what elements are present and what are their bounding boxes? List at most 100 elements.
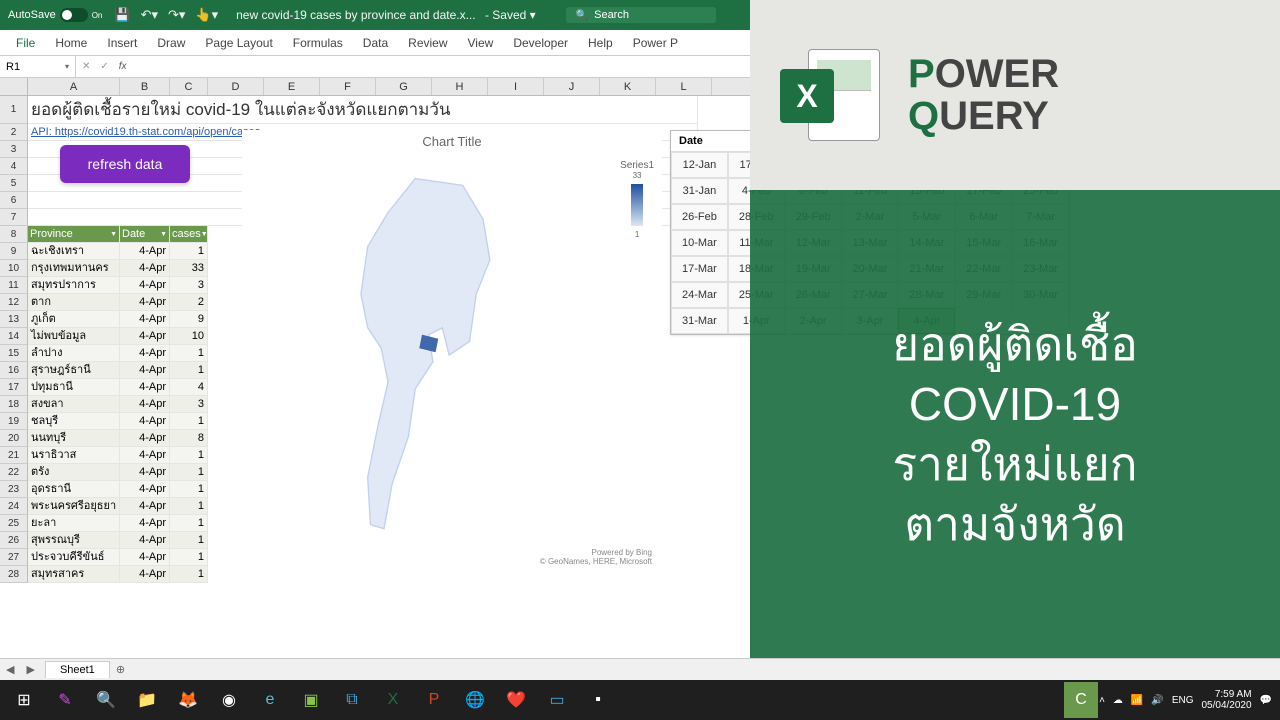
tab-insert[interactable]: Insert: [97, 32, 147, 54]
tab-help[interactable]: Help: [578, 32, 623, 54]
tray-notifications-icon[interactable]: 💬: [1260, 695, 1272, 706]
slicer-item[interactable]: 10-Mar: [671, 230, 728, 256]
tray-lang[interactable]: ENG: [1172, 695, 1194, 706]
taskbar-excel[interactable]: X: [373, 682, 413, 718]
taskbar-vscode[interactable]: ⧉: [332, 682, 372, 718]
slicer-item[interactable]: 17-Mar: [671, 256, 728, 282]
col-G[interactable]: G: [376, 78, 432, 95]
col-A[interactable]: A: [28, 78, 120, 95]
tab-review[interactable]: Review: [398, 32, 457, 54]
tab-data[interactable]: Data: [353, 32, 398, 54]
th-province[interactable]: Province▼: [28, 226, 120, 243]
row-26[interactable]: 26: [0, 532, 28, 549]
row-24[interactable]: 24: [0, 498, 28, 515]
col-H[interactable]: H: [432, 78, 488, 95]
row-5[interactable]: 5: [0, 175, 28, 192]
row-7[interactable]: 7: [0, 209, 28, 226]
undo-icon[interactable]: ↶▾: [141, 7, 158, 23]
row-16[interactable]: 16: [0, 362, 28, 379]
row-28[interactable]: 28: [0, 566, 28, 583]
row-3[interactable]: 3: [0, 141, 28, 158]
row-21[interactable]: 21: [0, 447, 28, 464]
th-date[interactable]: Date▼: [120, 226, 170, 243]
slicer-item[interactable]: 26-Feb: [671, 204, 728, 230]
tab-pagelayout[interactable]: Page Layout: [195, 32, 282, 54]
row-19[interactable]: 19: [0, 413, 28, 430]
system-tray[interactable]: ˄ ☁ 📶 🔊 ENG 7:59 AM 05/04/2020 💬: [1099, 689, 1276, 711]
col-L[interactable]: L: [656, 78, 712, 95]
taskbar-app[interactable]: ▭: [537, 682, 577, 718]
row-4[interactable]: 4: [0, 158, 28, 175]
slicer-item[interactable]: 31-Jan: [671, 178, 728, 204]
tray-cloud-icon[interactable]: ☁: [1113, 695, 1123, 706]
taskbar-camtasia[interactable]: C: [1064, 682, 1098, 718]
tab-developer[interactable]: Developer: [503, 32, 578, 54]
sheet-nav-prev[interactable]: ◀: [0, 663, 20, 676]
taskbar-app[interactable]: 🌐: [455, 682, 495, 718]
tray-chevron-icon[interactable]: ˄: [1099, 695, 1105, 706]
slicer-item[interactable]: 24-Mar: [671, 282, 728, 308]
row-13[interactable]: 13: [0, 311, 28, 328]
row-6[interactable]: 6: [0, 192, 28, 209]
taskbar-edge[interactable]: e: [250, 682, 290, 718]
row-11[interactable]: 11: [0, 277, 28, 294]
refresh-data-button[interactable]: refresh data: [60, 145, 190, 183]
row-10[interactable]: 10: [0, 260, 28, 277]
sheet-tab-sheet1[interactable]: Sheet1: [45, 661, 110, 678]
taskbar-firefox[interactable]: 🦊: [168, 682, 208, 718]
taskbar-chrome[interactable]: ◉: [209, 682, 249, 718]
row-2[interactable]: 2: [0, 124, 28, 141]
touch-icon[interactable]: 👆▾: [195, 7, 218, 23]
tab-file[interactable]: File: [6, 32, 45, 54]
col-B[interactable]: B: [120, 78, 170, 95]
start-button[interactable]: ⊞: [4, 682, 44, 718]
row-9[interactable]: 9: [0, 243, 28, 260]
page-title[interactable]: ยอดผู้ติดเชื้อรายใหม่ covid-19 ในแต่ละจั…: [28, 96, 698, 124]
col-E[interactable]: E: [264, 78, 320, 95]
fx-icon[interactable]: fx: [119, 61, 127, 72]
tab-draw[interactable]: Draw: [147, 32, 195, 54]
search-box[interactable]: Search: [566, 7, 716, 23]
redo-icon[interactable]: ↷▾: [168, 7, 185, 23]
tab-home[interactable]: Home: [45, 32, 97, 54]
row-18[interactable]: 18: [0, 396, 28, 413]
row-1[interactable]: 1: [0, 96, 28, 124]
col-I[interactable]: I: [488, 78, 544, 95]
taskbar-cmd[interactable]: ▪: [578, 682, 618, 718]
map-chart[interactable]: Chart Title Series1 33 1 Powered by Bing…: [242, 130, 662, 570]
col-K[interactable]: K: [600, 78, 656, 95]
taskbar-app[interactable]: 🔍: [86, 682, 126, 718]
cancel-icon[interactable]: ✕: [82, 61, 90, 72]
taskbar-app[interactable]: ✎: [45, 682, 85, 718]
row-8[interactable]: 8: [0, 226, 28, 243]
taskbar-explorer[interactable]: 📁: [127, 682, 167, 718]
save-icon[interactable]: 💾: [114, 7, 130, 23]
tray-clock[interactable]: 7:59 AM 05/04/2020: [1201, 689, 1251, 711]
autosave-toggle[interactable]: AutoSave On: [8, 8, 102, 22]
row-12[interactable]: 12: [0, 294, 28, 311]
select-all-button[interactable]: [0, 78, 28, 95]
name-box[interactable]: R1: [0, 56, 76, 77]
add-sheet-button[interactable]: ⊕: [116, 663, 125, 676]
row-25[interactable]: 25: [0, 515, 28, 532]
col-C[interactable]: C: [170, 78, 208, 95]
confirm-icon[interactable]: ✓: [100, 61, 108, 72]
taskbar-app[interactable]: ❤️: [496, 682, 536, 718]
row-15[interactable]: 15: [0, 345, 28, 362]
row-17[interactable]: 17: [0, 379, 28, 396]
row-14[interactable]: 14: [0, 328, 28, 345]
col-J[interactable]: J: [544, 78, 600, 95]
tray-wifi-icon[interactable]: 📶: [1131, 695, 1143, 706]
row-23[interactable]: 23: [0, 481, 28, 498]
col-F[interactable]: F: [320, 78, 376, 95]
col-D[interactable]: D: [208, 78, 264, 95]
tab-powerpivot[interactable]: Power P: [623, 32, 688, 54]
row-27[interactable]: 27: [0, 549, 28, 566]
row-22[interactable]: 22: [0, 464, 28, 481]
taskbar-app[interactable]: ▣: [291, 682, 331, 718]
th-cases[interactable]: cases▼: [170, 226, 208, 243]
tray-volume-icon[interactable]: 🔊: [1151, 695, 1163, 706]
slicer-item[interactable]: 31-Mar: [671, 308, 728, 334]
row-20[interactable]: 20: [0, 430, 28, 447]
tab-formulas[interactable]: Formulas: [283, 32, 353, 54]
